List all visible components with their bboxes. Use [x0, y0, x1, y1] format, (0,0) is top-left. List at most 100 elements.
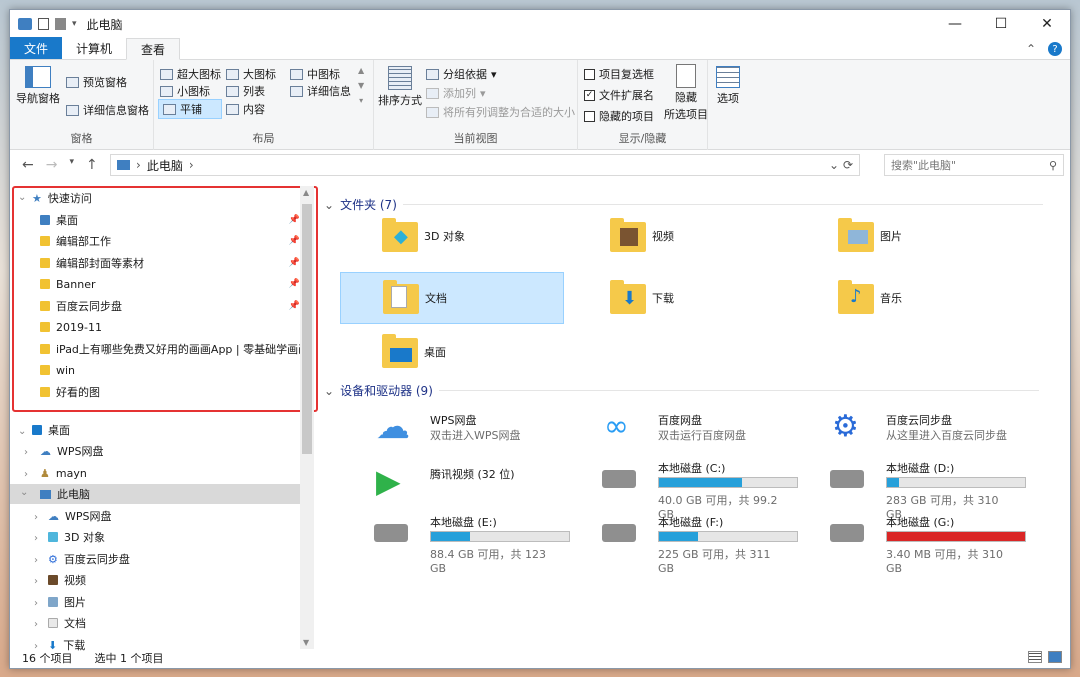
- scroll-up-icon[interactable]: ▲: [303, 188, 309, 197]
- folder-documents[interactable]: 文档: [340, 272, 564, 324]
- scroll-down-icon[interactable]: ▼: [358, 81, 364, 90]
- file-ext-checkbox[interactable]: ✓: [584, 89, 595, 101]
- up-icon[interactable]: ↑: [86, 157, 98, 173]
- search-box[interactable]: 搜索"此电脑" ⚲: [884, 154, 1064, 176]
- nav-documents[interactable]: 文档: [48, 613, 338, 633]
- collapse-folders-icon[interactable]: ⌄: [324, 198, 334, 212]
- layout-list[interactable]: 列表: [226, 83, 265, 99]
- refresh-icon[interactable]: ⟳: [843, 158, 853, 172]
- collapse-quick-access-icon[interactable]: ⌄: [18, 192, 26, 203]
- address-dropdown-icon[interactable]: ⌄: [829, 158, 839, 172]
- help-icon[interactable]: ?: [1048, 42, 1062, 56]
- nav-videos[interactable]: 视频: [48, 570, 338, 590]
- expand-icon[interactable]: ›: [34, 512, 38, 523]
- nav-recent-win[interactable]: win: [40, 360, 330, 380]
- breadcrumb-this-pc[interactable]: 此电脑: [147, 157, 183, 174]
- nav-user[interactable]: ♟ mayn: [40, 463, 330, 483]
- drive-f[interactable]: 本地磁盘 (F:) 225 GB 可用，共 311 GB: [560, 510, 798, 575]
- expand-icon[interactable]: ›: [24, 447, 28, 458]
- drive-e[interactable]: 本地磁盘 (E:) 88.4 GB 可用，共 123 GB: [332, 510, 570, 575]
- expand-icon[interactable]: ›: [24, 469, 28, 480]
- folder-3d-objects[interactable]: ◆ 3D 对象: [340, 210, 564, 262]
- device-tencent-video[interactable]: ▶ 腾讯视频 (32 位): [332, 462, 556, 506]
- details-view-icon[interactable]: [1028, 651, 1042, 663]
- nav-recent-pictures[interactable]: 好看的图: [40, 382, 330, 402]
- expand-icon[interactable]: ›: [34, 555, 38, 566]
- forward-icon[interactable]: →: [46, 157, 58, 173]
- tab-file[interactable]: 文件: [10, 37, 63, 59]
- nav-pinned-materials[interactable]: 编辑部封面等素材 📌: [40, 253, 330, 273]
- expand-icon[interactable]: ›: [34, 598, 38, 609]
- tab-view[interactable]: 查看: [126, 38, 181, 60]
- group-by-button[interactable]: 分组依据 ▾: [426, 66, 497, 82]
- address-bar[interactable]: › 此电脑 › ⌄ ⟳: [110, 154, 860, 176]
- device-baidu-netdisk[interactable]: ∞ 百度网盘 双击运行百度网盘: [560, 408, 784, 452]
- item-checkboxes-toggle[interactable]: 项目复选框: [584, 66, 654, 82]
- expand-icon[interactable]: ›: [34, 533, 38, 544]
- nav-baidu-sync[interactable]: ⚙ 百度云同步盘: [48, 549, 338, 569]
- folder-pictures[interactable]: 图片: [796, 210, 1020, 262]
- collapse-ribbon-icon[interactable]: ⌃: [1026, 42, 1036, 56]
- item-checkboxes-checkbox[interactable]: [584, 68, 595, 80]
- large-icons-view-icon[interactable]: [1048, 651, 1062, 663]
- nav-pinned-banner[interactable]: Banner 📌: [40, 274, 330, 294]
- collapse-desktop-icon[interactable]: ⌄: [18, 426, 26, 437]
- nav-scrollbar[interactable]: ▲ ▼: [300, 186, 314, 649]
- collapse-devices-icon[interactable]: ⌄: [324, 384, 334, 398]
- toolbar-dropdown-icon[interactable]: ▾: [72, 19, 77, 29]
- minimize-button[interactable]: —: [932, 10, 978, 38]
- nav-scroll-thumb[interactable]: [302, 204, 312, 454]
- layout-medium[interactable]: 中图标: [290, 66, 340, 82]
- nav-pane-button[interactable]: 导航窗格: [16, 66, 60, 106]
- expand-icon[interactable]: ›: [34, 576, 38, 587]
- layout-large[interactable]: 大图标: [226, 66, 276, 82]
- hidden-items-checkbox[interactable]: [584, 110, 595, 122]
- close-button[interactable]: ✕: [1024, 10, 1070, 38]
- details-pane-button[interactable]: 详细信息窗格: [66, 102, 149, 118]
- nav-pc-wps[interactable]: ☁ WPS网盘: [48, 506, 338, 526]
- new-folder-icon[interactable]: [55, 18, 66, 30]
- layout-details[interactable]: 详细信息: [290, 83, 351, 99]
- nav-pictures[interactable]: 图片: [48, 592, 338, 612]
- search-icon[interactable]: ⚲: [1049, 159, 1057, 172]
- nav-pinned-work[interactable]: 编辑部工作 📌: [40, 231, 330, 251]
- options-button[interactable]: 选项: [716, 66, 740, 106]
- nav-wps[interactable]: ☁ WPS网盘: [40, 441, 330, 461]
- nav-3d-objects[interactable]: 3D 对象: [48, 527, 338, 547]
- expand-icon[interactable]: ▾: [359, 96, 363, 105]
- maximize-button[interactable]: ☐: [978, 10, 1024, 38]
- nav-recent-ipad[interactable]: iPad上有哪些免费又好用的画画App | 零基础学画画: [40, 339, 300, 359]
- nav-quick-access[interactable]: ★ 快速访问: [32, 188, 322, 208]
- nav-this-pc[interactable]: ⌄ 此电脑: [10, 484, 300, 504]
- layout-tiles[interactable]: 平铺: [158, 99, 222, 119]
- breadcrumb-separator-icon[interactable]: ›: [136, 158, 141, 172]
- drive-g[interactable]: 本地磁盘 (G:) 3.40 MB 可用，共 310 GB: [788, 510, 1026, 575]
- folder-downloads[interactable]: ⬇ 下载: [568, 272, 792, 324]
- device-wps-drive[interactable]: ☁ WPS网盘 双击进入WPS网盘: [332, 408, 556, 452]
- hide-selected-button[interactable]: 隐藏 所选项目: [664, 64, 708, 122]
- devices-section-header[interactable]: ⌄ 设备和驱动器 (9): [324, 382, 1039, 399]
- layout-scroll[interactable]: ▲ ▼ ▾: [358, 66, 364, 105]
- properties-icon[interactable]: [38, 18, 49, 30]
- nav-desktop[interactable]: 桌面: [32, 420, 322, 440]
- drive-c[interactable]: 本地磁盘 (C:) 40.0 GB 可用，共 99.2 GB: [560, 456, 798, 521]
- drive-d[interactable]: 本地磁盘 (D:) 283 GB 可用，共 310 GB: [788, 456, 1026, 521]
- scroll-down-icon[interactable]: ▼: [303, 638, 309, 647]
- file-ext-toggle[interactable]: ✓ 文件扩展名: [584, 87, 654, 103]
- layout-content[interactable]: 内容: [226, 101, 265, 117]
- nav-pinned-desktop[interactable]: 桌面 📌: [40, 210, 330, 230]
- back-icon[interactable]: ←: [22, 157, 34, 173]
- scroll-up-icon[interactable]: ▲: [358, 66, 364, 75]
- folder-desktop[interactable]: 桌面: [340, 326, 564, 378]
- fit-columns-button[interactable]: 将所有列调整为合适的大小: [426, 104, 575, 120]
- expand-icon[interactable]: ›: [34, 619, 38, 630]
- layout-small[interactable]: 小图标: [160, 83, 210, 99]
- hidden-items-toggle[interactable]: 隐藏的项目: [584, 108, 654, 124]
- folder-videos[interactable]: 视频: [568, 210, 792, 262]
- device-baidu-sync[interactable]: ⚙ 百度云同步盘 从这里进入百度云同步盘: [788, 408, 1012, 452]
- nav-pinned-baidu[interactable]: 百度云同步盘 📌: [40, 296, 330, 316]
- preview-pane-button[interactable]: 预览窗格: [66, 74, 127, 90]
- breadcrumb-separator-icon[interactable]: ›: [189, 158, 194, 172]
- add-column-button[interactable]: 添加列 ▾: [426, 85, 486, 101]
- search-input[interactable]: 搜索"此电脑": [891, 157, 956, 173]
